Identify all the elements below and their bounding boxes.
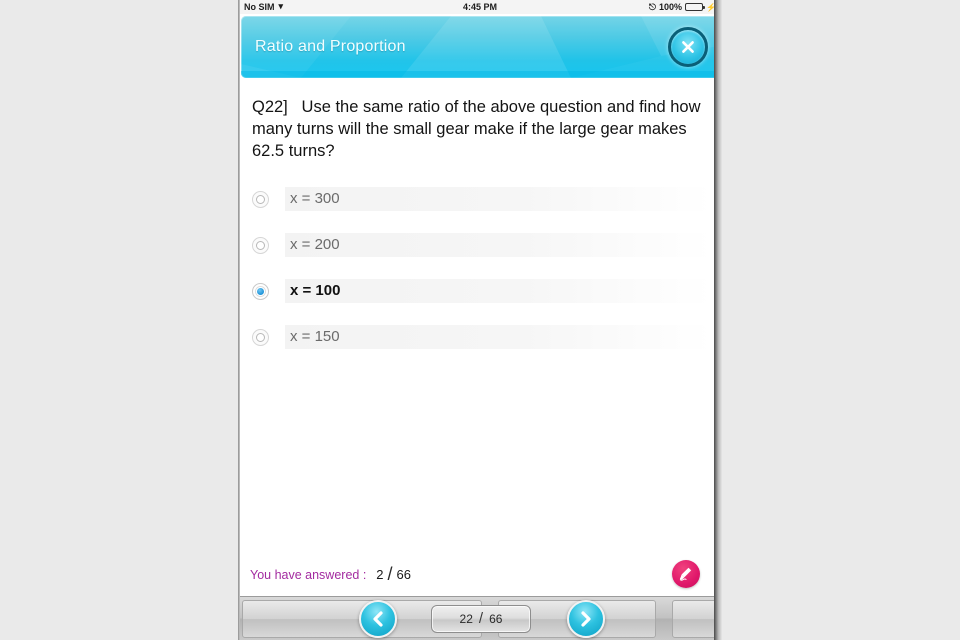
radio-selected-icon[interactable] xyxy=(252,282,269,300)
chevron-left-icon xyxy=(373,610,383,627)
answered-label: You have answered : xyxy=(250,568,367,582)
answer-option-label: x = 150 xyxy=(285,325,712,349)
answer-option-1[interactable]: x = 300 xyxy=(238,176,722,222)
close-icon[interactable] xyxy=(668,27,708,67)
answer-option-3[interactable]: x = 100 xyxy=(238,268,722,314)
plug-icon: ⚡ xyxy=(706,2,716,12)
answer-option-2[interactable]: x = 200 xyxy=(238,222,722,268)
battery-full-icon xyxy=(685,3,706,11)
bluetooth-icon: ⎋ xyxy=(648,1,656,12)
app-header: Ratio and Proportion xyxy=(241,16,719,78)
status-bar-right: ⎋ 100% ⚡ xyxy=(649,2,716,12)
radio-unselected-icon[interactable] xyxy=(252,236,269,254)
radio-unselected-icon[interactable] xyxy=(252,328,269,346)
answer-options-list: x = 300 x = 200 x = 100 x = 150 xyxy=(238,176,722,360)
answer-option-4[interactable]: x = 150 xyxy=(238,314,722,360)
answer-option-label: x = 300 xyxy=(285,187,712,211)
bottom-toolbar: 22 / 66 xyxy=(240,596,720,640)
toolbar-segment-right xyxy=(672,600,718,638)
page-total: 66 xyxy=(489,611,503,626)
page-current: 22 xyxy=(459,611,473,626)
question-text: Q22] Use the same ratio of the above que… xyxy=(252,98,706,160)
close-glyph xyxy=(682,41,694,53)
answered-total: 66 xyxy=(396,567,412,582)
page-separator: / xyxy=(478,610,484,627)
answered-status: You have answered : 2 / 66 xyxy=(250,563,411,584)
chevron-right-icon xyxy=(581,610,591,627)
battery-percent-label: 100% xyxy=(659,2,683,12)
answer-option-label: x = 200 xyxy=(285,233,712,257)
pen-logo-icon xyxy=(672,560,700,588)
radio-unselected-icon[interactable] xyxy=(252,190,269,208)
status-bar: No SIM ▾ 4:45 PM ⎋ 100% ⚡ xyxy=(238,0,722,14)
previous-question-button[interactable] xyxy=(359,599,397,638)
next-question-button[interactable] xyxy=(567,599,605,638)
page-title: Ratio and Proportion xyxy=(255,38,406,55)
page-counter[interactable]: 22 / 66 xyxy=(431,604,531,633)
answer-option-label: x = 100 xyxy=(285,279,712,303)
answered-count: 2 / 66 xyxy=(376,563,411,584)
answered-current: 2 xyxy=(376,567,384,582)
pen-glyph xyxy=(679,567,692,581)
answered-separator: / xyxy=(387,564,393,584)
